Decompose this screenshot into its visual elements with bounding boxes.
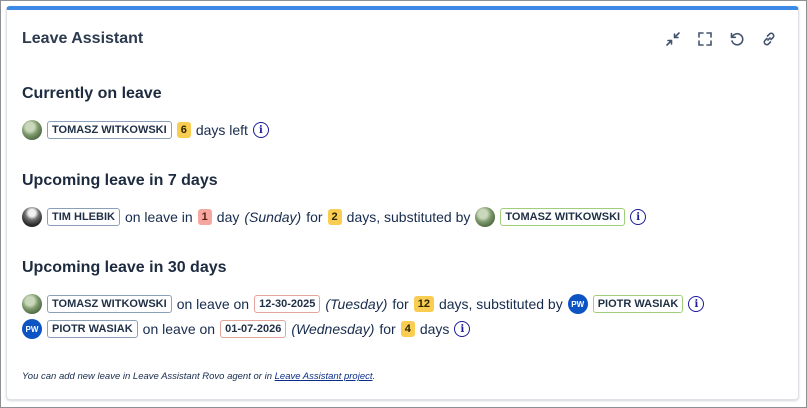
substitute-tag[interactable]: TOMASZ WITKOWSKI — [500, 208, 626, 226]
weekday-text: (Sunday) — [244, 209, 302, 225]
avatar[interactable]: PW — [567, 294, 588, 314]
month-leave-row: TOMASZ WITKOWSKI on leave on 12-30-2025 … — [22, 294, 705, 314]
avatar[interactable] — [22, 294, 42, 314]
day-text: day — [216, 209, 240, 225]
on-leave-on-text: on leave on — [176, 296, 250, 312]
user-tag[interactable]: TIM HLEBIK — [47, 208, 120, 226]
section-title-week: Upcoming leave in 7 days — [22, 172, 218, 189]
footnote-suffix: . — [372, 371, 376, 382]
window-frame: Leave Assistant Currently on leave TOMAS… — [0, 0, 807, 408]
for-text: for — [392, 296, 409, 312]
collapse-icon[interactable] — [664, 30, 682, 48]
days-left-badge: 6 — [176, 122, 191, 138]
for-text: for — [379, 321, 396, 337]
date-tag: 12-30-2025 — [254, 295, 321, 313]
substitute-tag[interactable]: PIOTR WASIAK — [592, 295, 684, 313]
current-leave-row: TOMASZ WITKOWSKI 6 days left i — [22, 120, 269, 140]
month-leave-row: PW PIOTR WASIAK on leave on 01-07-2026 (… — [22, 319, 471, 339]
info-icon[interactable]: i — [252, 122, 269, 138]
panel-toolbar — [664, 30, 778, 48]
info-icon[interactable]: i — [454, 321, 471, 337]
in-days-badge: 1 — [197, 209, 212, 225]
panel-title: Leave Assistant — [22, 30, 144, 47]
weekday-text: (Tuesday) — [325, 296, 388, 312]
user-tag[interactable]: TOMASZ WITKOWSKI — [47, 295, 172, 313]
info-icon[interactable]: i — [688, 296, 705, 312]
info-icon[interactable]: i — [630, 209, 647, 225]
user-tag[interactable]: PIOTR WASIAK — [47, 320, 138, 338]
substituted-by-text: days, substituted by — [346, 209, 471, 225]
fullscreen-icon[interactable] — [696, 30, 714, 48]
for-text: for — [306, 209, 323, 225]
duration-badge: 4 — [400, 321, 415, 337]
substituted-by-text: days, substituted by — [438, 296, 563, 312]
on-leave-in-text: on leave in — [124, 209, 193, 225]
user-tag[interactable]: TOMASZ WITKOWSKI — [47, 121, 172, 139]
days-left-text: days left — [195, 122, 248, 138]
duration-badge: 12 — [413, 296, 434, 312]
leave-assistant-panel: Leave Assistant Currently on leave TOMAS… — [6, 6, 799, 400]
refresh-icon[interactable] — [728, 30, 746, 48]
avatar[interactable] — [22, 120, 42, 140]
days-text: days — [419, 321, 450, 337]
section-title-current: Currently on leave — [22, 85, 162, 102]
footnote: You can add new leave in Leave Assistant… — [22, 371, 375, 382]
footnote-text: You can add new leave in Leave Assistant… — [22, 371, 275, 382]
duration-badge: 2 — [327, 209, 342, 225]
week-leave-row: TIM HLEBIK on leave in 1 day (Sunday) fo… — [22, 207, 647, 227]
avatar[interactable] — [22, 207, 42, 227]
avatar[interactable] — [475, 207, 496, 227]
link-icon[interactable] — [760, 30, 778, 48]
avatar[interactable]: PW — [22, 319, 42, 339]
weekday-text: (Wednesday) — [291, 321, 375, 337]
on-leave-on-text: on leave on — [142, 321, 216, 337]
section-title-month: Upcoming leave in 30 days — [22, 259, 227, 276]
date-tag: 01-07-2026 — [220, 320, 287, 338]
leave-assistant-project-link[interactable]: Leave Assistant project — [275, 371, 373, 382]
